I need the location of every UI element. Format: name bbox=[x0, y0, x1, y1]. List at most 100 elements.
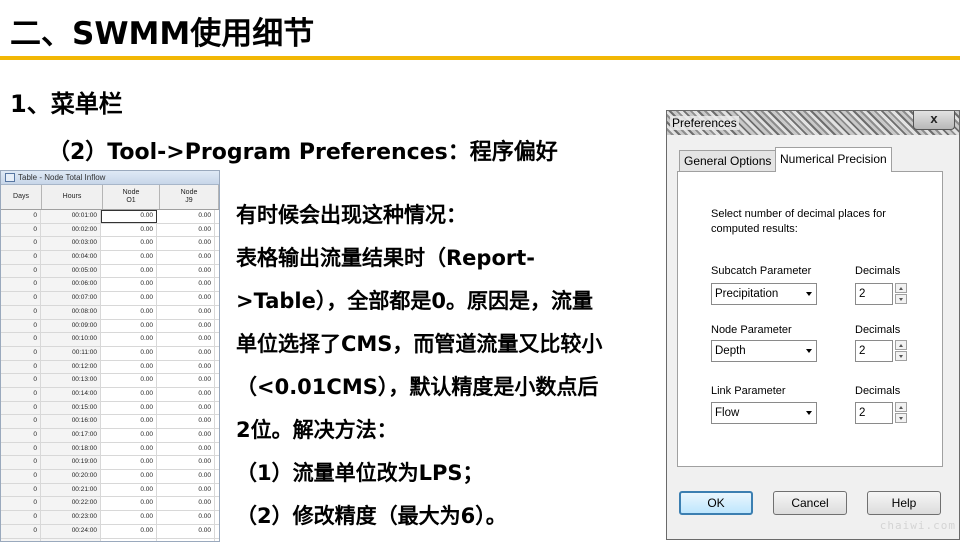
table-row[interactable]: 000:18:000.000.00 bbox=[1, 443, 219, 457]
table-cell[interactable]: 00:02:00 bbox=[41, 224, 101, 237]
table-cell[interactable]: 00:22:00 bbox=[41, 497, 101, 510]
table-cell[interactable]: 0.00 bbox=[157, 237, 215, 250]
table-row[interactable]: 000:07:000.000.00 bbox=[1, 292, 219, 306]
table-cell[interactable]: 0.00 bbox=[101, 224, 157, 237]
table-cell[interactable]: 0.00 bbox=[157, 525, 215, 538]
table-cell[interactable]: 00:07:00 bbox=[41, 292, 101, 305]
table-cell[interactable]: 00:09:00 bbox=[41, 320, 101, 333]
table-row[interactable]: 000:16:000.000.00 bbox=[1, 415, 219, 429]
table-cell[interactable]: 0.00 bbox=[101, 388, 157, 401]
table-cell[interactable]: 0.00 bbox=[101, 456, 157, 469]
table-row[interactable]: 000:09:000.000.00 bbox=[1, 320, 219, 334]
table-cell[interactable]: 0.00 bbox=[157, 388, 215, 401]
table-row[interactable]: 000:24:000.000.00 bbox=[1, 525, 219, 539]
table-row[interactable]: 000:14:000.000.00 bbox=[1, 388, 219, 402]
table-cell[interactable]: 0 bbox=[1, 497, 41, 510]
table-cell[interactable]: 0.00 bbox=[101, 292, 157, 305]
table-cell[interactable]: 0 bbox=[1, 278, 41, 291]
table-cell[interactable]: 0.00 bbox=[101, 278, 157, 291]
table-cell[interactable]: 00:11:00 bbox=[41, 347, 101, 360]
table-cell[interactable]: 0.00 bbox=[157, 251, 215, 264]
node-parameter-select[interactable]: Depth bbox=[711, 340, 817, 362]
table-cell[interactable]: 00:08:00 bbox=[41, 306, 101, 319]
table-row[interactable]: 000:05:000.000.00 bbox=[1, 265, 219, 279]
link-parameter-select[interactable]: Flow bbox=[711, 402, 817, 424]
table-cell[interactable]: 0 bbox=[1, 265, 41, 278]
table-row[interactable]: 000:11:000.000.00 bbox=[1, 347, 219, 361]
table-row[interactable]: 000:01:000.000.00 bbox=[1, 210, 219, 224]
table-cell[interactable]: 00:23:00 bbox=[41, 511, 101, 524]
table-cell[interactable]: 0.00 bbox=[157, 511, 215, 524]
table-cell[interactable]: 0.00 bbox=[101, 237, 157, 250]
table-cell[interactable]: 0 bbox=[1, 224, 41, 237]
table-cell[interactable]: 0 bbox=[1, 237, 41, 250]
table-row[interactable]: 000:02:000.000.00 bbox=[1, 224, 219, 238]
close-button[interactable]: x bbox=[913, 111, 955, 130]
table-cell[interactable]: 0 bbox=[1, 470, 41, 483]
table-cell[interactable]: 0.00 bbox=[157, 320, 215, 333]
table-cell[interactable]: 00:19:00 bbox=[41, 456, 101, 469]
spin-down-icon[interactable] bbox=[895, 294, 907, 304]
node-decimals-input[interactable]: 2 bbox=[855, 340, 893, 362]
table-cell[interactable]: 0.00 bbox=[157, 429, 215, 442]
table-cell[interactable]: 0 bbox=[1, 429, 41, 442]
table-cell[interactable]: 0 bbox=[1, 456, 41, 469]
table-row[interactable]: 000:22:000.000.00 bbox=[1, 497, 219, 511]
table-cell[interactable]: 0.00 bbox=[157, 456, 215, 469]
table-cell[interactable]: 00:13:00 bbox=[41, 374, 101, 387]
table-cell[interactable]: 0 bbox=[1, 415, 41, 428]
table-cell[interactable]: 0 bbox=[1, 511, 41, 524]
spin-up-icon[interactable] bbox=[895, 340, 907, 350]
table-cell[interactable]: 0 bbox=[1, 306, 41, 319]
table-cell[interactable]: 0.00 bbox=[101, 484, 157, 497]
table-row[interactable]: 000:21:000.000.00 bbox=[1, 484, 219, 498]
table-cell[interactable]: 0.00 bbox=[157, 497, 215, 510]
table-cell[interactable]: 00:14:00 bbox=[41, 388, 101, 401]
table-cell[interactable]: 0.00 bbox=[101, 429, 157, 442]
table-cell[interactable]: 0.00 bbox=[157, 484, 215, 497]
table-cell[interactable]: 00:10:00 bbox=[41, 333, 101, 346]
table-cell[interactable]: 0 bbox=[1, 251, 41, 264]
table-cell[interactable]: 0.00 bbox=[101, 402, 157, 415]
table-row[interactable]: 000:23:000.000.00 bbox=[1, 511, 219, 525]
table-cell[interactable]: 00:01:00 bbox=[41, 210, 101, 223]
table-cell[interactable]: 0.00 bbox=[101, 497, 157, 510]
table-cell[interactable]: 0.00 bbox=[157, 539, 215, 542]
cancel-button[interactable]: Cancel bbox=[773, 491, 847, 515]
table-cell[interactable]: 0.00 bbox=[101, 251, 157, 264]
spin-up-icon[interactable] bbox=[895, 402, 907, 412]
column-header[interactable]: Node J9 bbox=[160, 185, 219, 209]
spin-up-icon[interactable] bbox=[895, 283, 907, 293]
help-button[interactable]: Help bbox=[867, 491, 941, 515]
ok-button[interactable]: OK bbox=[679, 491, 753, 515]
link-decimals-stepper[interactable]: 2 bbox=[855, 402, 909, 424]
table-cell[interactable]: 0.00 bbox=[157, 210, 215, 223]
table-row[interactable]: 000:03:000.000.00 bbox=[1, 237, 219, 251]
table-cell[interactable]: 0.00 bbox=[157, 347, 215, 360]
table-cell[interactable]: 0.00 bbox=[157, 333, 215, 346]
table-cell[interactable]: 0.00 bbox=[101, 539, 157, 542]
table-cell[interactable]: 0 bbox=[1, 443, 41, 456]
table-cell[interactable]: 0 bbox=[1, 539, 41, 542]
table-cell[interactable]: 0 bbox=[1, 347, 41, 360]
table-cell[interactable]: 0.00 bbox=[101, 320, 157, 333]
table-cell[interactable]: 0.00 bbox=[101, 511, 157, 524]
table-row[interactable]: 000:13:000.000.00 bbox=[1, 374, 219, 388]
table-cell[interactable]: 0.00 bbox=[157, 265, 215, 278]
spin-down-icon[interactable] bbox=[895, 351, 907, 361]
table-row[interactable]: 000:04:000.000.00 bbox=[1, 251, 219, 265]
table-row[interactable]: 000:20:000.000.00 bbox=[1, 470, 219, 484]
table-cell[interactable]: 0 bbox=[1, 388, 41, 401]
table-cell[interactable]: 0 bbox=[1, 333, 41, 346]
table-cell[interactable]: 00:15:00 bbox=[41, 402, 101, 415]
table-row[interactable]: 000:12:000.000.00 bbox=[1, 361, 219, 375]
link-decimals-input[interactable]: 2 bbox=[855, 402, 893, 424]
table-cell[interactable]: 0 bbox=[1, 210, 41, 223]
spin-down-icon[interactable] bbox=[895, 413, 907, 423]
table-cell[interactable]: 00:25:00 bbox=[41, 539, 101, 542]
table-cell[interactable]: 0.00 bbox=[157, 306, 215, 319]
table-cell[interactable]: 0.00 bbox=[157, 224, 215, 237]
table-cell[interactable]: 00:03:00 bbox=[41, 237, 101, 250]
column-header[interactable]: Node O1 bbox=[103, 185, 160, 209]
table-cell[interactable]: 00:12:00 bbox=[41, 361, 101, 374]
